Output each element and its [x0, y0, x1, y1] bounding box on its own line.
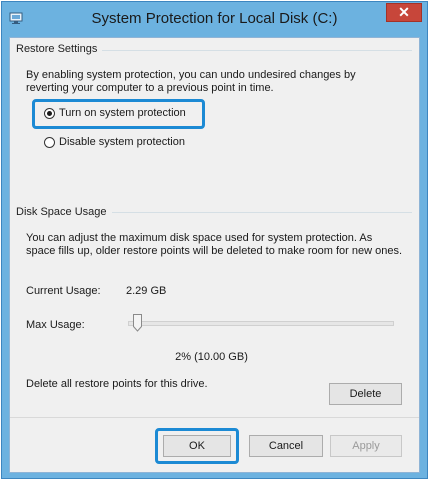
restore-settings-label: Restore Settings — [16, 43, 103, 55]
radio-selected-dot — [47, 111, 52, 116]
close-button[interactable]: ✕ — [386, 3, 422, 22]
ok-button[interactable]: OK — [163, 435, 231, 457]
delete-button[interactable]: Delete — [329, 383, 402, 405]
current-usage-value: 2.29 GB — [126, 285, 167, 297]
cancel-button[interactable]: Cancel — [249, 435, 323, 457]
max-usage-value: 2% (10.00 GB) — [175, 351, 248, 363]
slider-track[interactable] — [128, 321, 394, 326]
radio-turn-on-indicator[interactable] — [44, 108, 55, 119]
window-title: System Protection for Local Disk (C:) — [91, 10, 338, 27]
radio-turn-on[interactable]: Turn on system protection — [44, 107, 204, 121]
max-usage-slider[interactable] — [128, 313, 398, 335]
disk-space-description: You can adjust the maximum disk space us… — [26, 232, 403, 257]
radio-disable-label: Disable system protection — [59, 136, 185, 148]
footer-separator — [10, 417, 419, 418]
dialog-window: System Protection for Local Disk (C:) ✕ … — [1, 1, 428, 479]
apply-button[interactable]: Apply — [330, 435, 402, 457]
disk-space-label: Disk Space Usage — [16, 206, 112, 218]
radio-disable[interactable]: Disable system protection — [44, 136, 204, 150]
radio-disable-indicator[interactable] — [44, 137, 55, 148]
title-bar[interactable]: System Protection for Local Disk (C:) ✕ — [2, 2, 427, 37]
slider-thumb[interactable] — [133, 314, 142, 332]
max-usage-label: Max Usage: — [26, 319, 85, 331]
delete-description: Delete all restore points for this drive… — [26, 378, 208, 390]
current-usage-label: Current Usage: — [26, 285, 101, 297]
radio-turn-on-label: Turn on system protection — [59, 107, 186, 119]
restore-settings-description: By enabling system protection, you can u… — [26, 69, 356, 94]
dialog-content: Restore Settings By enabling system prot… — [9, 37, 420, 473]
